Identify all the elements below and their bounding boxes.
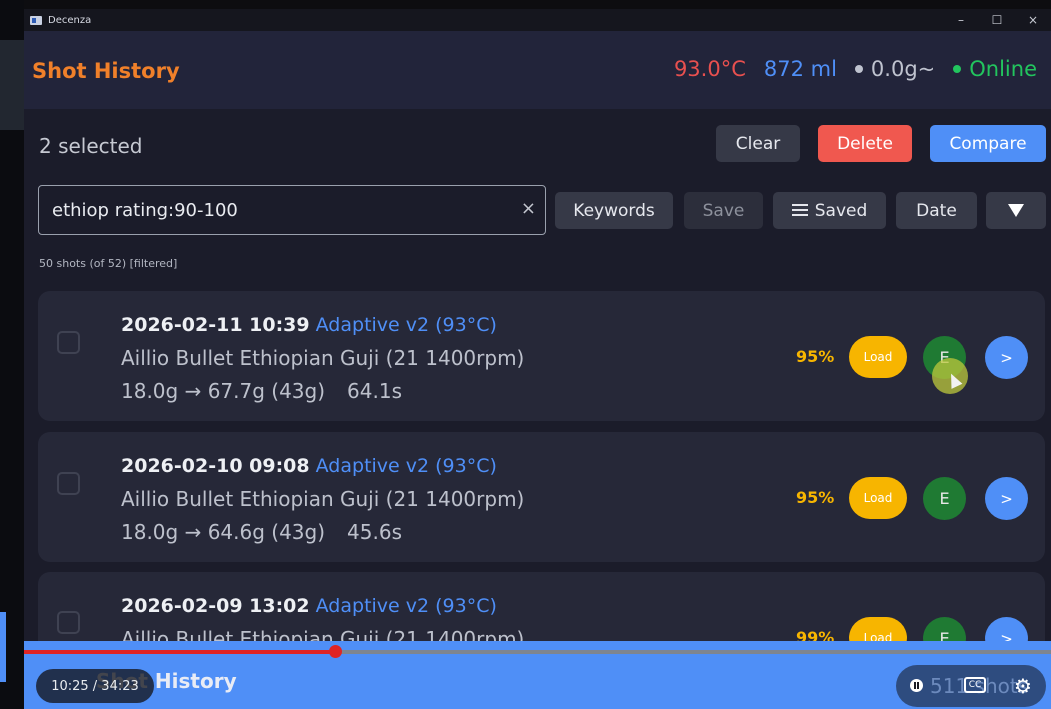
shot-time: 64.1s (347, 379, 402, 403)
maximize-icon[interactable]: ☐ (979, 9, 1015, 31)
delete-button[interactable]: Delete (818, 125, 912, 162)
video-time-readout: 10:25 / 34:23 (36, 669, 154, 703)
shot-select-checkbox[interactable] (57, 611, 80, 634)
menu-icon (791, 204, 808, 217)
shot-profile: Adaptive v2 (93°C) (315, 314, 497, 336)
shot-bean: Aillio Bullet Ethiopian Guji (21 1400rpm… (121, 346, 525, 370)
shot-profile: Adaptive v2 (93°C) (315, 595, 497, 617)
shot-count: 50 shots (of 52) [filtered] (39, 257, 178, 270)
search-input[interactable]: ethiop rating:90-100 × (38, 185, 546, 235)
shot-select-checkbox[interactable] (57, 472, 80, 495)
app-header: Shot History 93.0°C 872 ml 0.0g~ Online (24, 31, 1051, 109)
sort-direction-button[interactable] (986, 192, 1046, 229)
background-app-strip (0, 0, 24, 709)
background-app-panel (0, 40, 24, 130)
shot-card[interactable]: 2026-02-10 09:08 Adaptive v2 (93°C) Ailli… (38, 432, 1045, 562)
online-dot-icon (953, 65, 962, 73)
shot-rating: 95% (796, 347, 835, 366)
shot-rating: 95% (796, 488, 835, 507)
shot-dose: 18.0g → 67.7g (43g) (121, 379, 326, 403)
window-title: Decenza (48, 14, 92, 26)
shot-heading: 2026-02-10 09:08 Adaptive v2 (93°C) (121, 455, 497, 477)
shot-card[interactable]: 2026-02-11 10:39 Adaptive v2 (93°C) Ailli… (38, 291, 1045, 421)
pause-icon[interactable] (910, 679, 923, 692)
clear-button[interactable]: Clear (716, 125, 800, 162)
keywords-button[interactable]: Keywords (555, 192, 673, 229)
selected-count: 2 selected (39, 134, 143, 158)
load-button[interactable]: Load (849, 336, 907, 378)
shot-profile: Adaptive v2 (93°C) (315, 455, 497, 477)
connection-status: Online (969, 57, 1037, 81)
open-detail-button[interactable]: > (985, 477, 1028, 520)
app-window: Decenza – ☐ × Shot History 93.0°C 872 ml… (24, 9, 1051, 709)
load-button[interactable]: Load (849, 477, 907, 519)
shot-datetime: 2026-02-11 10:39 (121, 314, 310, 336)
temperature-readout: 93.0°C (673, 57, 746, 81)
desktop-edge (24, 0, 1051, 9)
video-controls: 511 shots CC ⚙ (896, 665, 1046, 707)
triangle-down-icon (1008, 204, 1024, 217)
saved-filters-button[interactable]: Saved (773, 192, 886, 229)
shot-metrics: 18.0g → 64.6g (43g) 45.6s (121, 520, 402, 544)
weight-readout: 0.0g~ (870, 57, 936, 81)
window-titlebar: Decenza – ☐ × (24, 9, 1051, 31)
date-sort-button[interactable]: Date (896, 192, 977, 229)
shot-time: 45.6s (347, 520, 402, 544)
shot-bean: Aillio Bullet Ethiopian Guji (21 1400rpm… (121, 487, 525, 511)
background-app-accent (0, 612, 6, 682)
shot-heading: 2026-02-11 10:39 Adaptive v2 (93°C) (121, 314, 497, 336)
shot-heading: 2026-02-09 13:02 Adaptive v2 (93°C) (121, 595, 497, 617)
captions-icon[interactable]: CC (964, 677, 986, 693)
close-icon[interactable]: × (1015, 9, 1051, 31)
settings-gear-icon[interactable]: ⚙ (1014, 674, 1032, 698)
search-value: ethiop rating:90-100 (52, 200, 238, 221)
scale-dot-icon (854, 65, 863, 73)
machine-status: 93.0°C 872 ml 0.0g~ Online (674, 57, 1037, 81)
shot-select-checkbox[interactable] (57, 331, 80, 354)
save-filter-button[interactable]: Save (684, 192, 763, 229)
video-progress-played (24, 650, 335, 654)
open-detail-button[interactable]: > (985, 336, 1028, 379)
shot-metrics: 18.0g → 67.7g (43g) 64.1s (121, 379, 402, 403)
water-readout: 872 ml (763, 57, 837, 81)
video-scrubber-handle[interactable] (329, 645, 342, 658)
minimize-icon[interactable]: – (943, 9, 979, 31)
window-controls: – ☐ × (943, 9, 1051, 31)
edit-button[interactable]: E (923, 477, 966, 520)
shot-datetime: 2026-02-09 13:02 (121, 595, 310, 617)
shot-datetime: 2026-02-10 09:08 (121, 455, 310, 477)
shot-dose: 18.0g → 64.6g (43g) (121, 520, 326, 544)
page-title: Shot History (32, 59, 180, 83)
selection-toolbar: 2 selected Clear Delete Compare (24, 109, 1051, 185)
clear-search-icon[interactable]: × (521, 198, 536, 219)
compare-button[interactable]: Compare (930, 125, 1046, 162)
app-icon (30, 15, 42, 25)
saved-filters-label: Saved (814, 200, 868, 221)
